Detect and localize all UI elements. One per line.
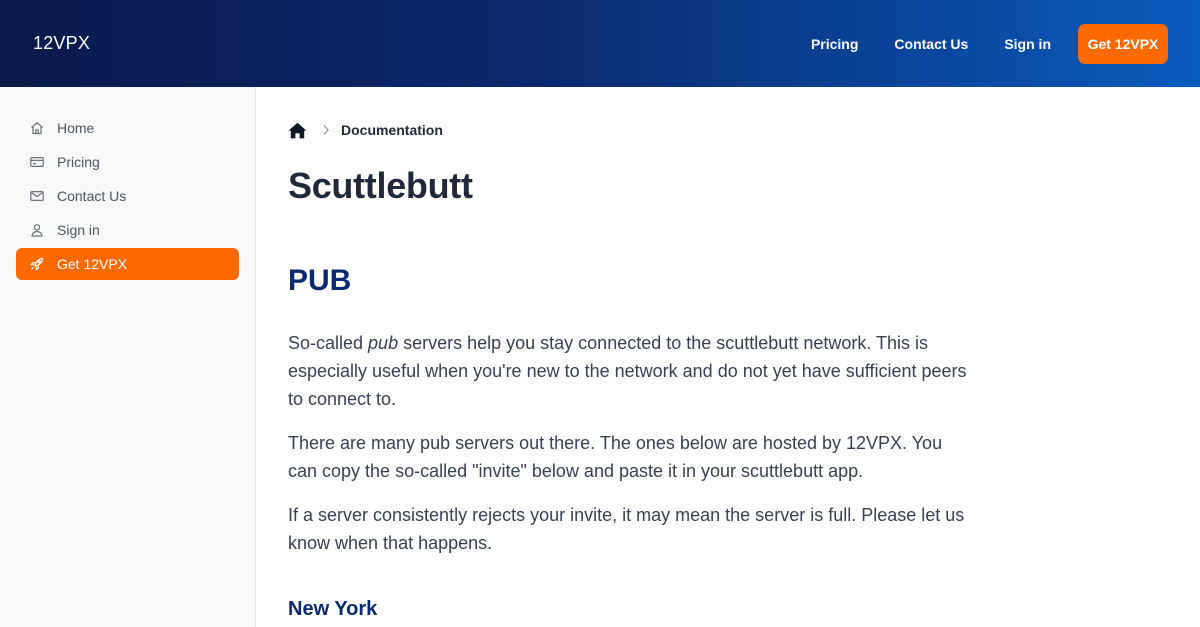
paragraph-servers: There are many pub servers out there. Th… xyxy=(288,433,943,481)
sidebar-item-label: Contact Us xyxy=(57,188,127,204)
credit-card-icon xyxy=(30,155,44,169)
sidebar-item-label: Pricing xyxy=(57,154,100,170)
sidebar-item-label: Sign in xyxy=(57,222,100,238)
nav-contact-link[interactable]: Contact Us xyxy=(894,36,968,52)
sidebar-item-home[interactable]: Home xyxy=(16,112,239,144)
page-title: Scuttlebutt xyxy=(288,165,473,206)
paragraph-rejects: If a server consistently rejects your in… xyxy=(288,505,965,553)
section-body: So-called pub servers help you stay conn… xyxy=(288,329,968,557)
main-content: Documentation Scuttlebutt PUB So-called … xyxy=(288,87,968,623)
home-icon[interactable] xyxy=(288,122,307,139)
sidebar-item-get-12vpx[interactable]: Get 12VPX xyxy=(16,248,239,280)
home-icon xyxy=(30,121,44,135)
nav-signin-link[interactable]: Sign in xyxy=(1004,36,1051,52)
envelope-icon xyxy=(30,189,44,203)
sidebar: Home Pricing Contact Us Sign in Get 12VP… xyxy=(0,87,256,627)
logo[interactable]: 12VPX xyxy=(33,33,90,54)
get-12vpx-button[interactable]: Get 12VPX xyxy=(1078,23,1168,64)
section-title: PUB xyxy=(288,264,352,297)
paragraph-intro-prefix: So-called xyxy=(288,333,369,353)
breadcrumb-current[interactable]: Documentation xyxy=(341,122,443,138)
nav-pricing-link[interactable]: Pricing xyxy=(811,36,858,52)
sidebar-item-label: Home xyxy=(57,120,95,136)
sidebar-item-label: Get 12VPX xyxy=(57,256,128,272)
chevron-right-icon xyxy=(322,124,330,136)
subsection-title: New York xyxy=(288,598,378,620)
breadcrumb: Documentation xyxy=(288,120,968,140)
user-icon xyxy=(30,223,44,237)
top-navigation-bar: 12VPX Pricing Contact Us Sign in Get 12V… xyxy=(0,0,1200,87)
paragraph-intro-emphasis: pub xyxy=(368,333,399,353)
sidebar-item-contact[interactable]: Contact Us xyxy=(16,180,239,212)
paragraph-intro: So-called pub servers help you stay conn… xyxy=(288,329,968,413)
sidebar-item-signin[interactable]: Sign in xyxy=(16,214,239,246)
rocket-icon xyxy=(30,257,44,271)
sidebar-item-pricing[interactable]: Pricing xyxy=(16,146,239,178)
top-nav: Pricing Contact Us Sign in Get 12VPX xyxy=(811,23,1168,64)
